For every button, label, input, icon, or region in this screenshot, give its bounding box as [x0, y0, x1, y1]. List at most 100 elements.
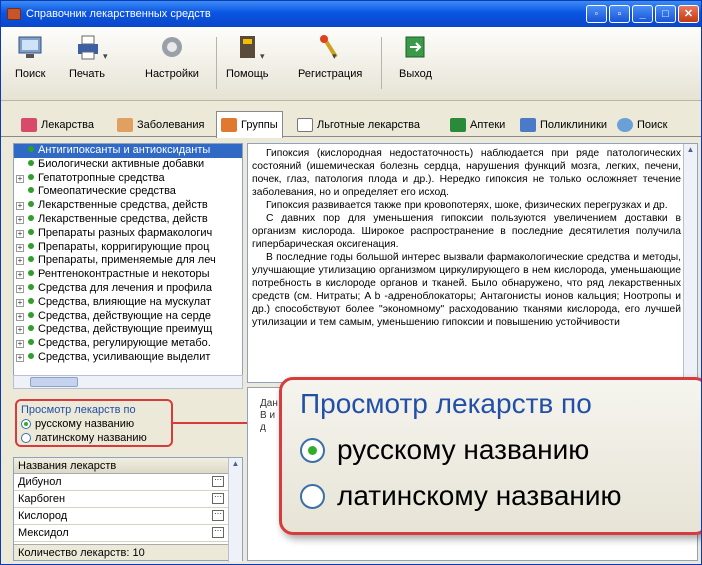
tree-bullet-icon: [28, 352, 34, 359]
tab-preferential-drugs[interactable]: Льготные лекарства: [293, 113, 424, 137]
extra-icon-button[interactable]: ◦: [586, 5, 607, 23]
expand-icon[interactable]: +: [16, 340, 24, 349]
window-title: Справочник лекарственных средств: [26, 8, 211, 20]
article-paragraph: Гипоксия (кислородная недостаточность) н…: [252, 148, 681, 198]
ellipsis-button[interactable]: ···: [212, 510, 224, 521]
tab-drugs[interactable]: Лекарства: [17, 113, 98, 137]
expand-icon[interactable]: +: [16, 326, 24, 335]
radio-russian[interactable]: русскому названию: [21, 418, 167, 430]
expand-icon[interactable]: +: [16, 174, 24, 183]
close-button[interactable]: ✕: [678, 5, 699, 23]
tree-item[interactable]: + Средства, влияющие на мускулат: [14, 296, 242, 310]
radio-unselected-icon: [300, 483, 325, 509]
tree-item[interactable]: + Средства для лечения и профила: [14, 282, 242, 296]
expand-icon[interactable]: +: [16, 353, 24, 362]
app-window: Справочник лекарственных средств ◦ ▫ _ □…: [0, 0, 702, 565]
drug-row[interactable]: Карбоген ···: [14, 491, 242, 508]
extra-window-button[interactable]: ▫: [609, 5, 630, 23]
tree-bullet-icon: [28, 228, 34, 235]
tab-pharmacies[interactable]: Аптеки: [446, 113, 509, 137]
print-dropdown-icon[interactable]: ▾: [103, 51, 108, 62]
drug-row[interactable]: Дибунол ···: [14, 474, 242, 491]
app-icon: [7, 8, 21, 20]
tree-item[interactable]: + Лекарственные средства, действ: [14, 199, 242, 213]
tab-diseases[interactable]: Заболевания: [113, 113, 209, 137]
expand-icon[interactable]: +: [16, 257, 24, 266]
ellipsis-button[interactable]: ···: [212, 527, 224, 538]
scroll-thumb[interactable]: [30, 377, 78, 387]
expand-icon[interactable]: +: [16, 312, 24, 321]
doctor-icon: [520, 118, 536, 132]
group-tree[interactable]: Антигипоксанты и антиоксиданты Биологиче…: [13, 143, 243, 383]
expand-icon[interactable]: +: [16, 298, 24, 307]
tree-item[interactable]: + Средства, действующие преимущ: [14, 323, 242, 337]
article-panel: Гипоксия (кислородная недостаточность) н…: [247, 143, 698, 383]
tree-item[interactable]: + Лекарственные средства, действ: [14, 213, 242, 227]
tree-bullet-icon: [28, 270, 34, 277]
detail-fragment: Дан В и д: [260, 398, 278, 433]
tree-item[interactable]: + Средства, регулирующие метабо.: [14, 337, 242, 351]
radio-unselected-icon[interactable]: [21, 433, 31, 443]
tab-clinics[interactable]: Поликлиники: [516, 113, 611, 137]
pills-icon: [21, 118, 37, 132]
person-icon: [117, 118, 133, 132]
tree-item[interactable]: Гомеопатические средства: [14, 185, 242, 199]
settings-button[interactable]: Настройки: [145, 33, 199, 97]
tab-search[interactable]: Поиск: [613, 113, 671, 137]
help-book-icon: [233, 33, 261, 61]
expand-icon[interactable]: +: [16, 271, 24, 280]
tree-bullet-icon: [28, 146, 34, 152]
tree-bullet-icon: [28, 339, 34, 346]
ellipsis-button[interactable]: ···: [212, 493, 224, 504]
expand-icon[interactable]: +: [16, 229, 24, 238]
tree-item[interactable]: + Препараты разных фармакологич: [14, 227, 242, 241]
tree-bullet-icon: [28, 256, 34, 263]
tree-item[interactable]: + Рентгеноконтрастные и некоторы: [14, 268, 242, 282]
tree-item[interactable]: Антигипоксанты и антиоксиданты: [14, 144, 242, 158]
tree-item[interactable]: + Средства, усиливающие выделит: [14, 351, 242, 365]
tree-bullet-icon: [28, 325, 34, 332]
tree-bullet-icon: [28, 242, 34, 249]
help-button[interactable]: ▾ Помощь: [226, 33, 269, 97]
tree-bullet-icon: [28, 187, 34, 194]
radio-selected-icon: [300, 437, 325, 463]
registration-dropdown-icon[interactable]: ▾: [332, 51, 337, 62]
view-by-group: Просмотр лекарств по русскому названию л…: [15, 399, 173, 447]
drug-list: Названия лекарств Дибунол ··· Карбоген ···…: [13, 457, 243, 562]
scroll-up-icon[interactable]: ▲: [229, 458, 242, 471]
tree-horizontal-scrollbar[interactable]: [13, 375, 243, 389]
expand-icon[interactable]: +: [16, 215, 24, 224]
registration-button[interactable]: ▾ Регистрация: [298, 33, 362, 97]
tree-item[interactable]: + Препараты, применяемые для леч: [14, 254, 242, 268]
tree-item[interactable]: + Препараты, корригирующие проц: [14, 241, 242, 255]
drug-row[interactable]: Кислород ···: [14, 508, 242, 525]
drug-list-scrollbar[interactable]: ▲: [228, 458, 242, 562]
zoom-radio-russian: русскому названию: [300, 434, 701, 466]
key-icon: [316, 33, 344, 61]
expand-icon[interactable]: +: [16, 243, 24, 252]
folder-icon: [221, 118, 237, 132]
radio-latin[interactable]: латинскому названию: [21, 432, 167, 444]
tree-bullet-icon: [28, 159, 34, 166]
tree-item[interactable]: + Гепатотропные средства: [14, 172, 242, 186]
maximize-button[interactable]: □: [655, 5, 676, 23]
document-icon: [297, 118, 313, 132]
scroll-up-icon[interactable]: ▲: [684, 144, 697, 157]
toolbar-separator: [216, 37, 217, 89]
ellipsis-button[interactable]: ···: [212, 476, 224, 487]
search-icon: [16, 33, 44, 61]
print-button[interactable]: ▾ Печать: [69, 33, 108, 97]
article-scrollbar[interactable]: ▲: [683, 144, 697, 382]
radio-selected-icon[interactable]: [21, 419, 31, 429]
exit-button[interactable]: Выход: [399, 33, 432, 97]
tab-groups[interactable]: Группы: [216, 111, 283, 138]
tree-item[interactable]: Биологически активные добавки: [14, 158, 242, 172]
expand-icon[interactable]: +: [16, 284, 24, 293]
search-button[interactable]: Поиск: [15, 33, 45, 97]
minimize-button[interactable]: _: [632, 5, 653, 23]
expand-icon[interactable]: +: [16, 202, 24, 211]
help-dropdown-icon[interactable]: ▾: [260, 51, 265, 62]
drug-row[interactable]: Мексидол ···: [14, 525, 242, 542]
tree-item[interactable]: + Средства, действующие на серде: [14, 310, 242, 324]
window-controls: ◦ ▫ _ □ ✕: [586, 5, 699, 23]
